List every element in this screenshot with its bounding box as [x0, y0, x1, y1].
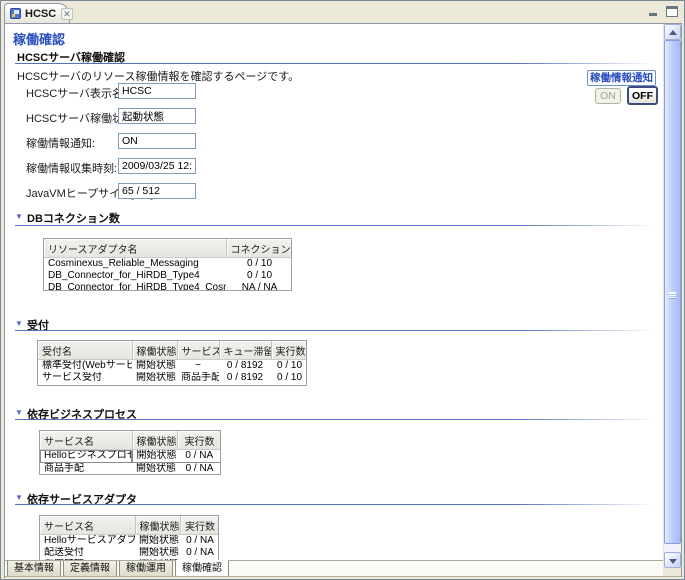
- column-header[interactable]: サービス名: [40, 431, 132, 450]
- cell: 開始状態: [135, 535, 180, 548]
- table-row[interactable]: Cosminexus_Reliable_Messaging 0 / 10: [44, 258, 292, 271]
- cell: 0 / 10: [271, 372, 307, 384]
- table-row[interactable]: 標準受付(Webサービス) 開始状態 − 0 / 8192 0 / 10: [38, 360, 307, 373]
- column-header[interactable]: 受付名: [38, 341, 132, 360]
- collapse-triangle-icon[interactable]: ▼: [15, 493, 23, 502]
- table-row[interactable]: DB_Connector_for_HiRDB_Type4 0 / 10: [44, 270, 292, 282]
- collapse-triangle-icon[interactable]: ▼: [15, 408, 23, 417]
- cell: −: [177, 360, 219, 373]
- cell: 標準受付(Webサービス): [38, 360, 132, 373]
- notify-on-button[interactable]: ON: [595, 88, 621, 104]
- table-row[interactable]: サービス受付 開始状態 商品手配 0 / 8192 0 / 10: [38, 372, 307, 384]
- tab-basic-info[interactable]: 基本情報: [7, 561, 61, 577]
- bottom-tab-bar: 基本情報 定義情報 稼働運用 稼働確認: [5, 560, 663, 576]
- cell: 商品手配: [177, 372, 219, 384]
- column-header[interactable]: コネクション数: [226, 239, 292, 258]
- cell: 開始状態: [132, 360, 177, 373]
- cell: 0 / 8192: [219, 360, 271, 373]
- cell: 0 / 10: [226, 270, 292, 282]
- cell: 0 / NA: [180, 535, 219, 548]
- table-row[interactable]: 商品手配 開始状態 0 / NA: [40, 463, 221, 476]
- field-label-notify: 稼働情報通知:: [26, 135, 95, 151]
- view-tab-label: HCSC: [25, 8, 56, 20]
- divider: [15, 330, 655, 331]
- operation-check-page: 稼働確認 HCSCサーバ稼働確認 HCSCサーバのリソース稼働情報を確認するペー…: [5, 24, 663, 560]
- bottom-strip: [5, 576, 683, 579]
- tab-operation[interactable]: 稼働運用: [119, 561, 173, 577]
- column-header[interactable]: 稼働状態: [132, 431, 177, 450]
- divider: [15, 419, 655, 420]
- column-header[interactable]: リソースアダプタ名: [44, 239, 226, 258]
- field-label-collect-time: 稼働情報収集時刻:: [26, 160, 117, 176]
- column-header[interactable]: 実行数: [271, 341, 307, 360]
- tab-definition-info[interactable]: 定義情報: [63, 561, 117, 577]
- maximize-icon[interactable]: [666, 6, 678, 17]
- cell: 配送受付: [40, 547, 135, 559]
- tab-operation-check[interactable]: 稼働確認: [175, 560, 229, 577]
- close-icon[interactable]: ✕: [61, 8, 73, 20]
- collect-time-field[interactable]: [118, 158, 196, 174]
- divider: [15, 63, 655, 64]
- column-header[interactable]: 実行数: [180, 516, 219, 535]
- scroll-down-icon: [669, 559, 677, 564]
- divider: [15, 504, 655, 505]
- cell: 開始状態: [132, 450, 177, 463]
- divider: [15, 225, 655, 226]
- cell: 0 / 10: [226, 258, 292, 271]
- display-name-field[interactable]: [118, 83, 196, 99]
- minimize-icon[interactable]: [647, 6, 660, 17]
- page-title: 稼働確認: [13, 29, 65, 48]
- scroll-down-button[interactable]: [664, 552, 681, 568]
- collapse-triangle-icon[interactable]: ▼: [15, 319, 23, 328]
- cell: DB_Connector_for_HiRDB_Type4: [44, 270, 226, 282]
- cell: サービス受付: [38, 372, 132, 384]
- application-window: HCSC ✕ 稼働確認 HCSCサーバ稼働確認 HCSCサーバのリソース稼働情報…: [0, 0, 685, 580]
- cell: Helloビジネスプロセス: [40, 450, 132, 463]
- cell: 商品手配: [40, 463, 132, 476]
- column-header[interactable]: 稼働状態: [132, 341, 177, 360]
- cell: NA / NA: [226, 282, 292, 291]
- reception-table: 受付名 稼働状態 サービス名 キュー滞留数 実行数 標準受付(Webサービス) …: [37, 340, 307, 386]
- table-row[interactable]: 配送受付 開始状態 0 / NA: [40, 547, 219, 559]
- column-header[interactable]: 実行数: [177, 431, 221, 450]
- view-tab-hcsc[interactable]: HCSC ✕: [4, 3, 70, 23]
- scroll-up-button[interactable]: [664, 24, 681, 40]
- run-state-field[interactable]: [118, 108, 196, 124]
- column-header[interactable]: サービス名: [40, 516, 135, 535]
- cell: 開始状態: [135, 547, 180, 559]
- notify-off-button[interactable]: OFF: [627, 86, 658, 105]
- business-process-table: サービス名 稼働状態 実行数 Helloビジネスプロセス 開始状態 0 / NA…: [39, 430, 221, 475]
- cell: 開始状態: [132, 372, 177, 384]
- scrollbar-thumb[interactable]: [664, 40, 681, 544]
- section-title-db-connections: DBコネクション数: [27, 210, 120, 226]
- hcsc-server-icon: [10, 8, 21, 19]
- column-header[interactable]: キュー滞留数: [219, 341, 271, 360]
- cell: 開始状態: [132, 463, 177, 476]
- scrollbar-grip: [669, 292, 676, 299]
- cell: DB_Connector_for_HiRDB_Type4_Cosminexus_…: [44, 282, 226, 291]
- view-body: 稼働確認 HCSCサーバ稼働確認 HCSCサーバのリソース稼働情報を確認するペー…: [4, 23, 682, 578]
- page-description: HCSCサーバのリソース稼働情報を確認するページです。: [17, 68, 299, 84]
- db-connections-table: リソースアダプタ名 コネクション数 Cosminexus_Reliable_Me…: [43, 238, 292, 291]
- heap-size-field[interactable]: [118, 183, 196, 199]
- column-header[interactable]: 稼働状態: [135, 516, 180, 535]
- table-row-selected[interactable]: Helloビジネスプロセス 開始状態 0 / NA: [40, 450, 221, 463]
- cell: 0 / NA: [180, 547, 219, 559]
- collapse-triangle-icon[interactable]: ▼: [15, 212, 23, 221]
- cell: 0 / 8192: [219, 372, 271, 384]
- vertical-scrollbar[interactable]: [664, 24, 681, 568]
- table-row[interactable]: Helloサービスアダプタ 開始状態 0 / NA: [40, 535, 219, 548]
- table-row[interactable]: DB_Connector_for_HiRDB_Type4_Cosminexus_…: [44, 282, 292, 291]
- notify-field[interactable]: [118, 133, 196, 149]
- scroll-up-icon: [669, 30, 677, 35]
- service-adapter-table: サービス名 稼働状態 実行数 Helloサービスアダプタ 開始状態 0 / NA…: [39, 515, 219, 560]
- cell: 0 / NA: [177, 450, 221, 463]
- cell: Helloサービスアダプタ: [40, 535, 135, 548]
- cell: Cosminexus_Reliable_Messaging: [44, 258, 226, 271]
- column-header[interactable]: サービス名: [177, 341, 219, 360]
- field-label-display-name: HCSCサーバ表示名:: [26, 85, 126, 101]
- notify-panel-title: 稼働情報通知: [587, 70, 656, 86]
- cell: 0 / 10: [271, 360, 307, 373]
- cell: 0 / NA: [177, 463, 221, 476]
